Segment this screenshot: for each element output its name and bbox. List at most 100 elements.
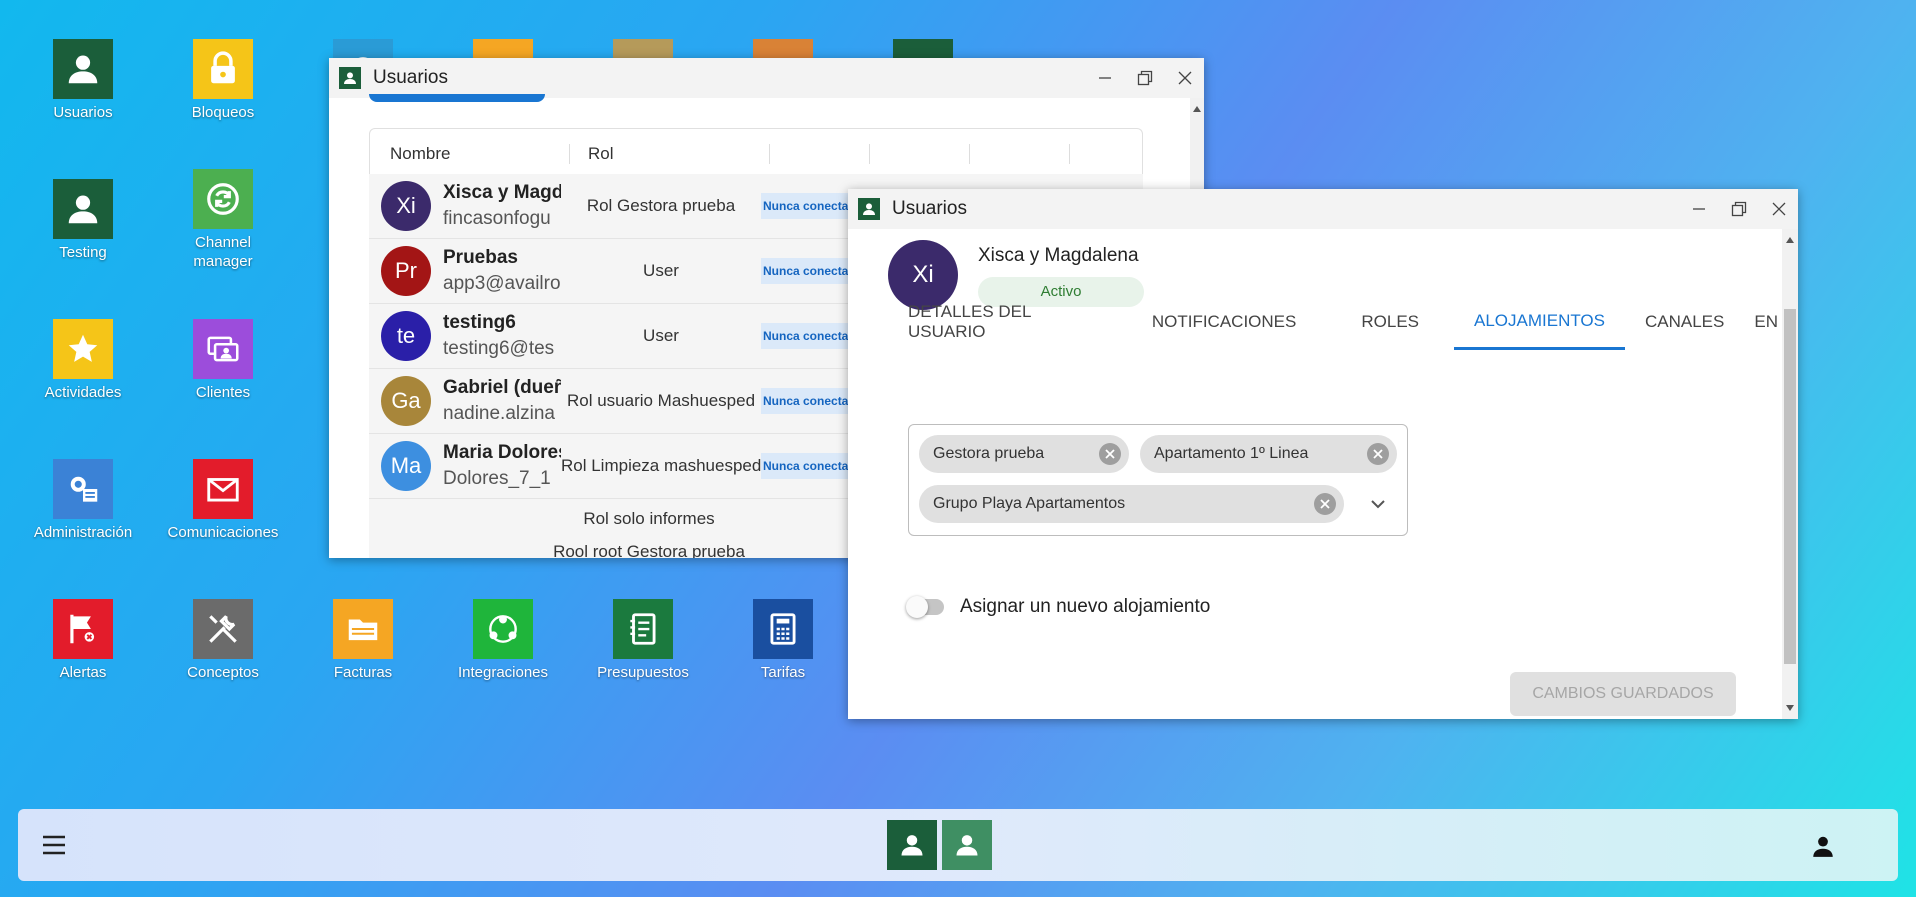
flag-icon — [53, 599, 113, 659]
desktop-icon-label: Alertas — [59, 664, 107, 681]
role-option: Rool root Gestora prueba — [553, 542, 745, 558]
desktop-icon-usuarios[interactable]: Usuarios — [13, 39, 153, 122]
desktop-icon-integraciones[interactable]: Integraciones — [433, 599, 573, 682]
avatar: Pr — [381, 246, 431, 296]
minimize-icon[interactable] — [1690, 200, 1708, 218]
chevron-down-icon[interactable] — [1369, 495, 1387, 518]
tab-alojamientos[interactable]: ALOJAMIENTOS — [1454, 294, 1625, 350]
desktop-icon-label: Usuarios — [53, 104, 113, 121]
window-title: Usuarios — [373, 67, 448, 88]
scroll-down-icon[interactable] — [1786, 705, 1794, 711]
user-role: User — [643, 261, 679, 280]
column-header[interactable] — [770, 143, 870, 164]
desktop-icon-hidden-2[interactable] — [613, 39, 673, 59]
column-header-rol[interactable]: Rol — [570, 143, 770, 164]
avatar: Ma — [381, 441, 431, 491]
desktop-icon-clientes[interactable]: Clientes — [153, 319, 293, 402]
taskbar — [18, 809, 1898, 881]
desktop-icon-facturas[interactable]: Facturas — [293, 599, 433, 682]
desktop-icon-bloqueos[interactable]: Bloqueos — [153, 39, 293, 122]
column-header[interactable] — [970, 143, 1070, 164]
avatar: Xi — [381, 181, 431, 231]
user-icon — [53, 179, 113, 239]
desktop-icon-label: Bloqueos — [191, 104, 255, 121]
chip-label: Grupo Playa Apartamentos — [933, 495, 1126, 512]
chip-alojamiento[interactable]: Grupo Playa Apartamentos — [919, 485, 1344, 523]
user-email: Dolores_7_1 — [443, 468, 551, 489]
alojamientos-select[interactable]: Gestora prueba Apartamento 1º Linea Grup… — [908, 424, 1408, 536]
tab-notificaciones[interactable]: NOTIFICACIONES — [1132, 294, 1342, 350]
hamburger-icon[interactable] — [42, 835, 66, 860]
user-email: app3@availro — [443, 273, 561, 294]
desktop-icon-presupuestos[interactable]: Presupuestos — [573, 599, 713, 682]
desktop-icon-label: Administración — [33, 524, 133, 541]
desktop-icon-hidden-4[interactable] — [893, 39, 953, 59]
user-icon — [339, 67, 361, 89]
scrollbar-thumb[interactable] — [1784, 309, 1796, 664]
user-name: Pruebas — [443, 247, 518, 268]
tab-roles[interactable]: ROLES — [1341, 294, 1454, 350]
window-titlebar[interactable]: Usuarios — [848, 189, 1798, 229]
table-header: Nombre Rol — [369, 128, 1143, 178]
restore-icon[interactable] — [1730, 200, 1748, 218]
clients-icon — [193, 319, 253, 379]
user-role: Rol Limpieza mashuespedes — [561, 456, 761, 475]
network-icon — [473, 599, 533, 659]
taskbar-app-usuarios[interactable] — [887, 820, 937, 870]
desktop-icon-label: Comunicaciones — [167, 524, 279, 541]
desktop-icon-testing[interactable]: Testing — [13, 179, 153, 262]
close-icon[interactable] — [1770, 200, 1788, 218]
desktop-icon-tarifas[interactable]: Tarifas — [713, 599, 853, 682]
column-header[interactable] — [870, 143, 970, 164]
save-button[interactable]: CAMBIOS GUARDADOS — [1510, 672, 1736, 716]
window-title: Usuarios — [892, 198, 967, 219]
tab-canales[interactable]: CANALES — [1625, 294, 1744, 350]
taskbar-app-usuarios-2[interactable] — [942, 820, 992, 870]
desktop-icon-conceptos[interactable]: Conceptos — [153, 599, 293, 682]
desktop-icon-label: Integraciones — [457, 664, 549, 681]
desktop-icon-label: Presupuestos — [597, 664, 689, 681]
desktop-icon-label: Conceptos — [187, 664, 259, 681]
star-icon — [53, 319, 113, 379]
user-name: Xisca y Magdalena — [978, 245, 1139, 266]
tools-icon — [193, 599, 253, 659]
sync-icon — [193, 169, 253, 229]
desktop-icon-administracion[interactable]: Administración — [13, 459, 153, 542]
desktop-icon-actividades[interactable]: Actividades — [13, 319, 153, 402]
scroll-up-icon[interactable] — [1786, 237, 1794, 243]
desktop-icon-hidden-1[interactable] — [473, 39, 533, 59]
account-icon[interactable] — [1810, 833, 1836, 864]
chip-remove-icon[interactable] — [1314, 493, 1336, 515]
chip-remove-icon[interactable] — [1099, 443, 1121, 465]
chip-alojamiento[interactable]: Apartamento 1º Linea — [1140, 435, 1397, 473]
window-titlebar[interactable]: Usuarios — [329, 58, 1204, 98]
scroll-up-icon[interactable] — [1193, 106, 1201, 112]
user-email: nadine.alzina — [443, 403, 555, 424]
desktop-icon-alertas[interactable]: Alertas — [13, 599, 153, 682]
assign-toggle-label: Asignar un nuevo alojamiento — [960, 596, 1211, 617]
user-name: Gabriel (dueño) — [443, 377, 561, 398]
user-role: Rol Gestora prueba — [586, 196, 736, 215]
user-icon — [901, 835, 923, 856]
calculator-icon — [753, 599, 813, 659]
close-icon[interactable] — [1176, 69, 1194, 87]
usuario-detail-window[interactable]: Usuarios Xi Xisca y Magdalena Activo DET… — [848, 189, 1798, 719]
minimize-icon[interactable] — [1096, 69, 1114, 87]
chip-label: Apartamento 1º Linea — [1154, 445, 1309, 462]
chip-alojamiento[interactable]: Gestora prueba — [919, 435, 1129, 473]
scrollbar[interactable] — [1782, 229, 1798, 719]
desktop-icon-channel-manager[interactable]: Channel manager — [153, 169, 293, 271]
desktop-icon-hidden-3[interactable] — [753, 39, 813, 59]
add-user-button[interactable] — [369, 94, 545, 102]
avatar: Ga — [381, 376, 431, 426]
admin-icon — [53, 459, 113, 519]
restore-icon[interactable] — [1136, 69, 1154, 87]
tab-detalles[interactable]: DETALLES DEL USUARIO — [888, 294, 1132, 350]
desktop-icon-label: Channel manager — [193, 234, 253, 270]
column-header-nombre[interactable]: Nombre — [370, 143, 570, 164]
user-email: testing6@tes — [443, 338, 555, 359]
assign-toggle[interactable] — [906, 595, 946, 619]
user-role: User — [643, 326, 679, 345]
chip-remove-icon[interactable] — [1367, 443, 1389, 465]
desktop-icon-comunicaciones[interactable]: Comunicaciones — [153, 459, 293, 542]
